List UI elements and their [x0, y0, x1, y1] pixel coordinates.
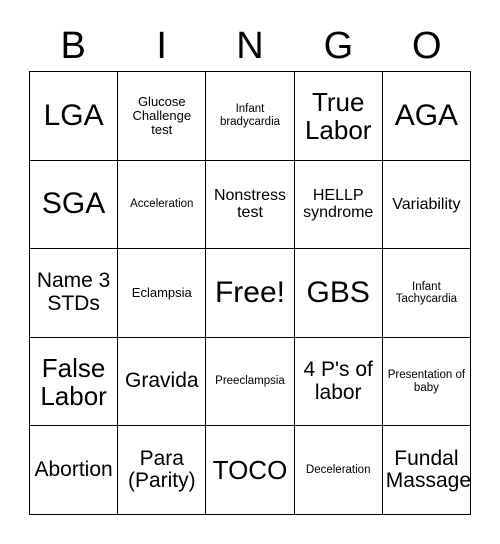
bingo-cell-o4[interactable]: Presentation of baby	[382, 337, 471, 427]
bingo-cell-label: Eclampsia	[131, 284, 192, 300]
bingo-cell-i4[interactable]: Gravida	[118, 337, 207, 427]
bingo-cell-label: Presentation of baby	[387, 369, 466, 394]
bingo-cell-o5[interactable]: Fundal Massage	[382, 426, 471, 515]
bingo-cell-n2[interactable]: Nonstress test	[206, 160, 295, 250]
bingo-cell-label: Variability	[392, 195, 461, 213]
header-letter-b: B	[60, 25, 86, 67]
bingo-cell-g3[interactable]: GBS	[294, 249, 383, 338]
bingo-cell-g4[interactable]: 4 P's of labor	[294, 337, 383, 427]
bingo-cell-label: TOCO	[212, 455, 288, 486]
bingo-cell-n5[interactable]: TOCO	[206, 426, 295, 515]
bingo-cell-n1[interactable]: Infant bradycardia	[206, 72, 295, 161]
bingo-cell-label: Abortion	[34, 457, 113, 481]
bingo-cell-label: GBS	[306, 275, 370, 309]
bingo-cell-free-space[interactable]: Free!	[206, 249, 295, 338]
bingo-cell-label: Acceleration	[130, 198, 194, 211]
bingo-cell-b5[interactable]: Abortion	[30, 426, 119, 515]
bingo-cell-label: Infant Tachycardia	[395, 280, 458, 305]
bingo-cell-i1[interactable]: Glucose Challenge test	[118, 72, 207, 161]
bingo-cell-b1[interactable]: LGA	[30, 72, 119, 161]
bingo-cell-label: Nonstress test	[213, 187, 286, 222]
bingo-cell-label: SGA	[41, 187, 106, 221]
bingo-cell-g2[interactable]: HELLP syndrome	[294, 160, 383, 250]
bingo-cell-o2[interactable]: Variability	[382, 160, 471, 250]
bingo-cell-b4[interactable]: False Labor	[30, 337, 119, 427]
bingo-cell-i2[interactable]: Acceleration	[118, 160, 207, 250]
bingo-cell-n4[interactable]: Preeclampsia	[206, 337, 295, 427]
bingo-cell-o3[interactable]: Infant Tachycardia	[382, 249, 471, 338]
bingo-cell-b3[interactable]: Name 3 STDs	[30, 249, 119, 338]
bingo-cell-label: Name 3 STDs	[36, 269, 111, 315]
bingo-cell-b2[interactable]: SGA	[30, 160, 119, 250]
header-letter-n: N	[236, 25, 264, 67]
bingo-grid: LGA Glucose Challenge test Infant bradyc…	[29, 71, 471, 515]
bingo-cell-label: False Labor	[40, 352, 107, 411]
bingo-cell-o1[interactable]: AGA	[382, 72, 471, 161]
bingo-cell-label: LGA	[43, 98, 104, 132]
bingo-cell-label: Infant bradycardia	[219, 103, 281, 128]
header-letter-i: I	[156, 25, 167, 67]
bingo-cell-i3[interactable]: Eclampsia	[118, 249, 207, 338]
bingo-cell-label: Preeclampsia	[215, 375, 285, 388]
bingo-cell-g5[interactable]: Deceleration	[294, 426, 383, 515]
bingo-cell-label: HELLP syndrome	[303, 187, 374, 222]
bingo-cell-i5[interactable]: Para (Parity)	[118, 426, 207, 515]
bingo-card: B I N G O LGA Glucose Challenge test Inf…	[0, 0, 500, 544]
bingo-cell-label: Gravida	[125, 369, 199, 393]
bingo-cell-label: Free!	[214, 275, 285, 309]
bingo-cell-label: Glucose Challenge test	[132, 93, 192, 137]
bingo-cell-label: Para (Parity)	[127, 446, 196, 493]
bingo-cell-label: True Labor	[304, 86, 372, 145]
header-letter-g: G	[323, 25, 354, 67]
header-letter-o: O	[412, 25, 442, 67]
bingo-cell-label: Fundal Massage	[385, 446, 471, 493]
bingo-header-row: B I N G O	[29, 22, 471, 70]
bingo-cell-label: AGA	[394, 98, 459, 132]
bingo-cell-label: Deceleration	[305, 463, 371, 476]
bingo-cell-label: 4 P's of labor	[303, 357, 373, 404]
bingo-cell-g1[interactable]: True Labor	[294, 72, 383, 161]
